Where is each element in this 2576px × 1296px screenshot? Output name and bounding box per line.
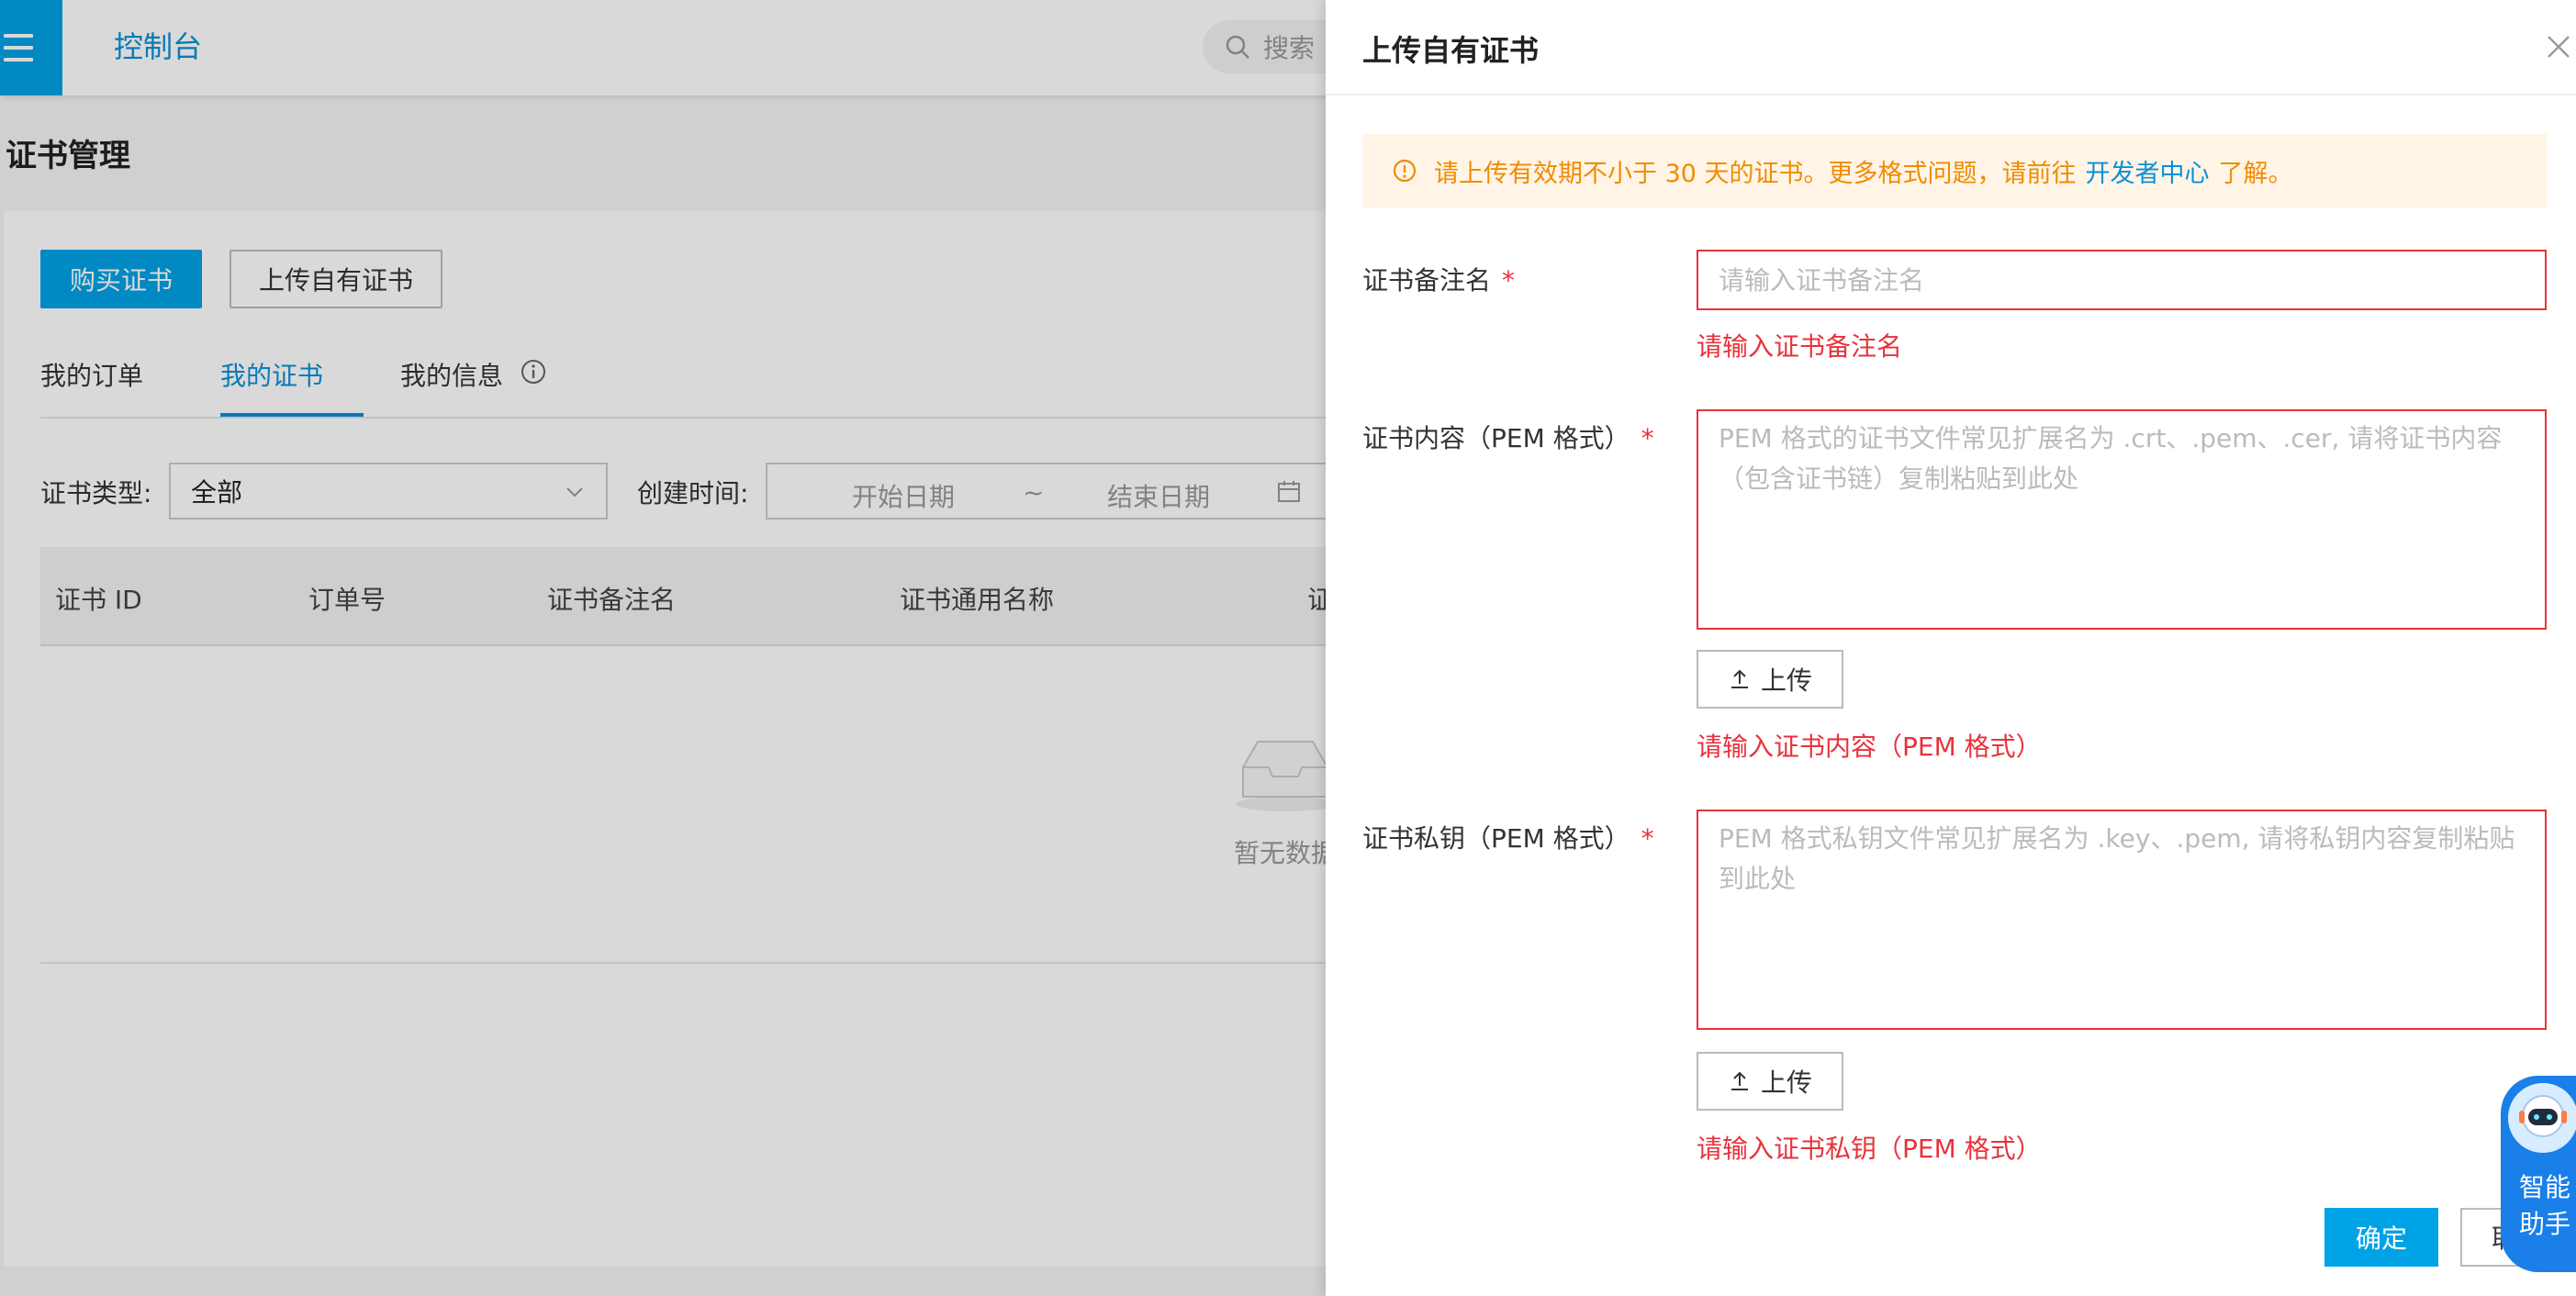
drawer-title: 上传自有证书 [1362,33,1540,68]
cert-name-input[interactable] [1697,250,2547,310]
cert-content-textarea[interactable] [1697,409,2547,630]
smart-assistant-button[interactable]: 智能助手 [2501,1076,2576,1272]
upload-icon [1730,669,1748,688]
cert-content-upload-button[interactable]: 上传 [1697,650,1843,709]
confirm-button[interactable]: 确定 [2324,1208,2438,1267]
assistant-label: 智能助手 [2519,1172,2571,1239]
validity-alert: 请上传有效期不小于 30 天的证书。更多格式问题，请前往 开发者中心 了解。 [1362,134,2547,207]
cert-content-error: 请输入证书内容（PEM 格式） [1697,732,2042,762]
upload-icon [1730,1071,1748,1090]
cert-key-label: 证书私钥（PEM 格式） * [1362,823,1654,854]
drawer-header: 上传自有证书 [1326,0,2576,95]
required-mark: * [1641,823,1654,854]
close-icon[interactable] [2543,31,2574,62]
cert-key-upload-button[interactable]: 上传 [1697,1052,1843,1111]
required-mark: * [1641,423,1654,453]
required-mark: * [1502,265,1516,296]
cert-name-label: 证书备注名 * [1362,265,1516,296]
cert-content-label: 证书内容（PEM 格式） * [1362,423,1654,453]
cert-key-error: 请输入证书私钥（PEM 格式） [1697,1134,2042,1164]
developer-center-link[interactable]: 开发者中心 [2086,153,2210,189]
cert-key-textarea[interactable] [1697,810,2547,1030]
upload-certificate-drawer: 上传自有证书 请上传有效期不小于 30 天的证书。更多格式问题，请前往 开发者中… [1326,0,2576,1296]
alert-text-suffix: 了解。 [2218,159,2293,188]
robot-avatar-icon [2508,1083,2576,1153]
cert-name-error: 请输入证书备注名 [1697,331,1903,362]
warning-icon [1393,159,1417,183]
alert-text: 请上传有效期不小于 30 天的证书。更多格式问题，请前往 [1434,159,2077,188]
